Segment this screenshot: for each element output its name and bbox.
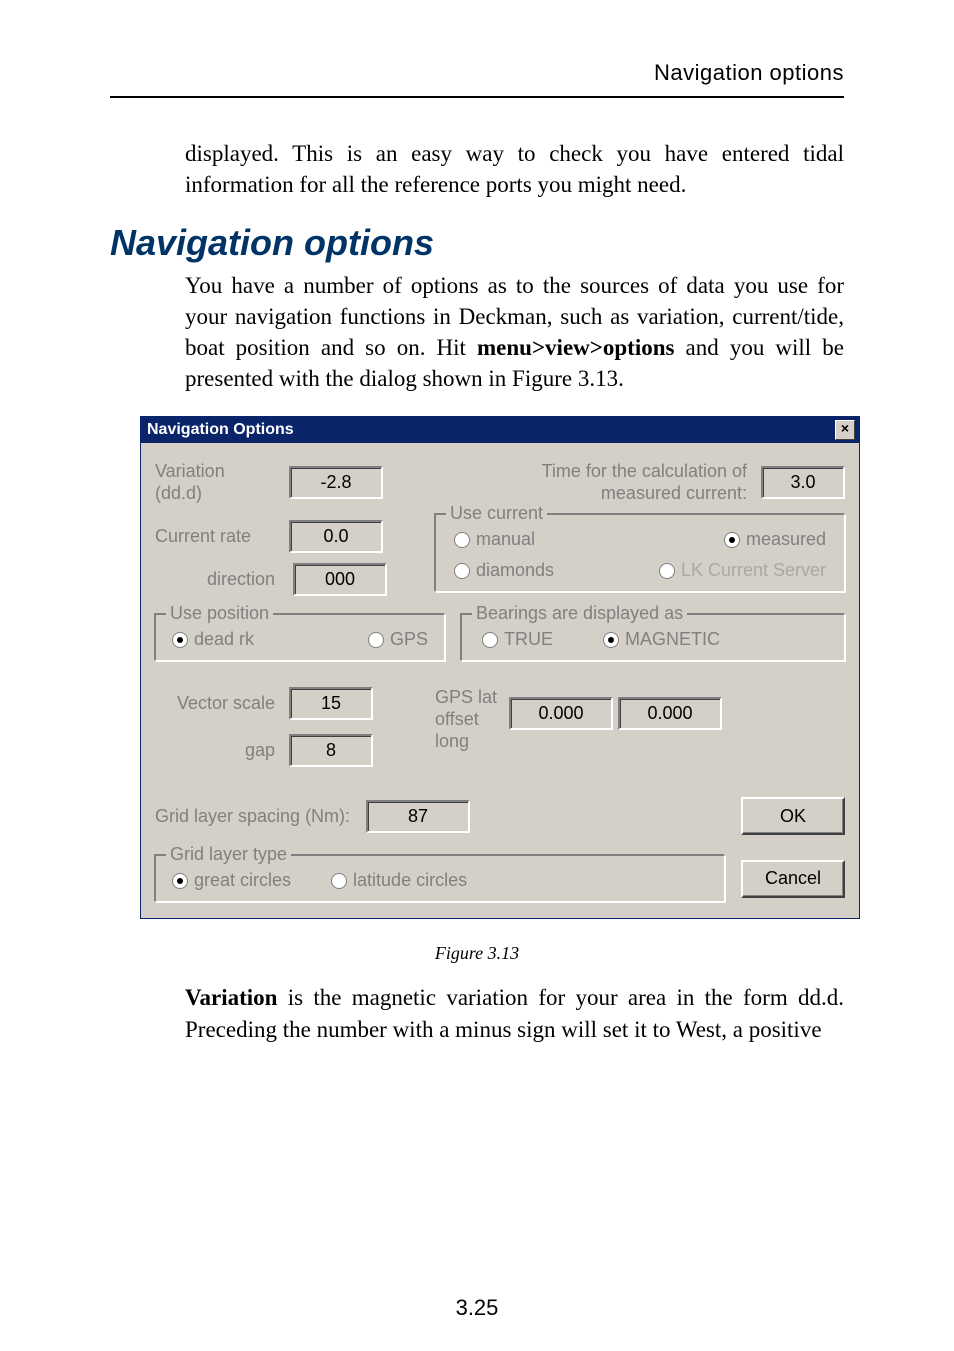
variation-term: Variation [185, 985, 277, 1010]
radio-deadrk[interactable]: dead rk [172, 629, 254, 650]
running-header: Navigation options [110, 60, 844, 86]
radio-great-circles[interactable]: great circles [172, 870, 291, 891]
radio-measured[interactable]: measured [724, 529, 826, 550]
variation-desc: is the magnetic variation for your area … [185, 985, 844, 1041]
gap-label: gap [155, 740, 275, 761]
radio-gps-label: GPS [390, 629, 428, 650]
gps-lat-label: GPS lat [435, 687, 497, 707]
radio-deadrk-label: dead rk [194, 629, 254, 650]
direction-label: direction [155, 569, 279, 590]
cancel-button[interactable]: Cancel [741, 860, 845, 898]
radio-diamonds[interactable]: diamonds [454, 560, 554, 581]
intro-continuation: displayed. This is an easy way to check … [185, 138, 844, 200]
grid-type-legend: Grid layer type [166, 844, 291, 865]
time-calc-input[interactable]: 3.0 [761, 466, 845, 499]
variation-paragraph: Variation is the magnetic variation for … [185, 982, 844, 1044]
direction-input[interactable]: 000 [293, 563, 387, 596]
radio-great-circles-label: great circles [194, 870, 291, 891]
bearings-legend: Bearings are displayed as [472, 603, 687, 624]
dialog-title: Navigation Options [147, 421, 294, 439]
radio-manual-label: manual [476, 529, 535, 550]
radio-true[interactable]: TRUE [482, 629, 553, 650]
ok-button[interactable]: OK [741, 797, 845, 835]
dialog-titlebar: Navigation Options × [141, 417, 859, 443]
section-title: Navigation options [110, 222, 844, 264]
page-number: 3.25 [0, 1295, 954, 1321]
figure-caption: Figure 3.13 [110, 943, 844, 964]
radio-diamonds-label: diamonds [476, 560, 554, 581]
current-rate-input[interactable]: 0.0 [289, 520, 383, 553]
radio-gps[interactable]: GPS [368, 629, 428, 650]
current-rate-label: Current rate [155, 526, 275, 547]
grid-spacing-input[interactable]: 87 [366, 800, 470, 833]
header-rule [110, 96, 844, 98]
use-position-legend: Use position [166, 603, 273, 624]
menu-path: menu>view>options [477, 335, 674, 360]
grid-spacing-label: Grid layer spacing (Nm): [155, 806, 350, 827]
radio-magnetic[interactable]: MAGNETIC [603, 629, 720, 650]
vector-scale-input[interactable]: 15 [289, 687, 373, 720]
section-intro: You have a number of options as to the s… [185, 270, 844, 394]
time-calc-label-b: measured current: [601, 483, 747, 503]
radio-magnetic-label: MAGNETIC [625, 629, 720, 650]
dialog-body: Variation (dd.d) -2.8 Time for the calcu… [141, 443, 859, 918]
figure-wrapper: Navigation Options × Variation (dd.d) -2… [140, 416, 844, 919]
gps-lat-input[interactable]: 0.000 [509, 697, 613, 730]
use-current-legend: Use current [446, 503, 547, 524]
gps-long-label: long [435, 731, 469, 751]
radio-latitude-circles-label: latitude circles [353, 870, 467, 891]
vector-scale-label: Vector scale [155, 693, 275, 714]
variation-input[interactable]: -2.8 [289, 466, 383, 499]
time-calc-label-a: Time for the calculation of [542, 461, 747, 481]
navigation-options-dialog: Navigation Options × Variation (dd.d) -2… [140, 416, 860, 919]
close-icon[interactable]: × [835, 420, 855, 440]
gps-offset-label: offset [435, 709, 479, 729]
radio-manual[interactable]: manual [454, 529, 535, 550]
radio-lk-label: LK Current Server [681, 560, 826, 581]
radio-latitude-circles[interactable]: latitude circles [331, 870, 467, 891]
gap-input[interactable]: 8 [289, 734, 373, 767]
variation-label: Variation (dd.d) [155, 461, 275, 504]
radio-true-label: TRUE [504, 629, 553, 650]
radio-measured-label: measured [746, 529, 826, 550]
radio-lk-current-server: LK Current Server [659, 560, 826, 581]
gps-long-input[interactable]: 0.000 [618, 697, 722, 730]
